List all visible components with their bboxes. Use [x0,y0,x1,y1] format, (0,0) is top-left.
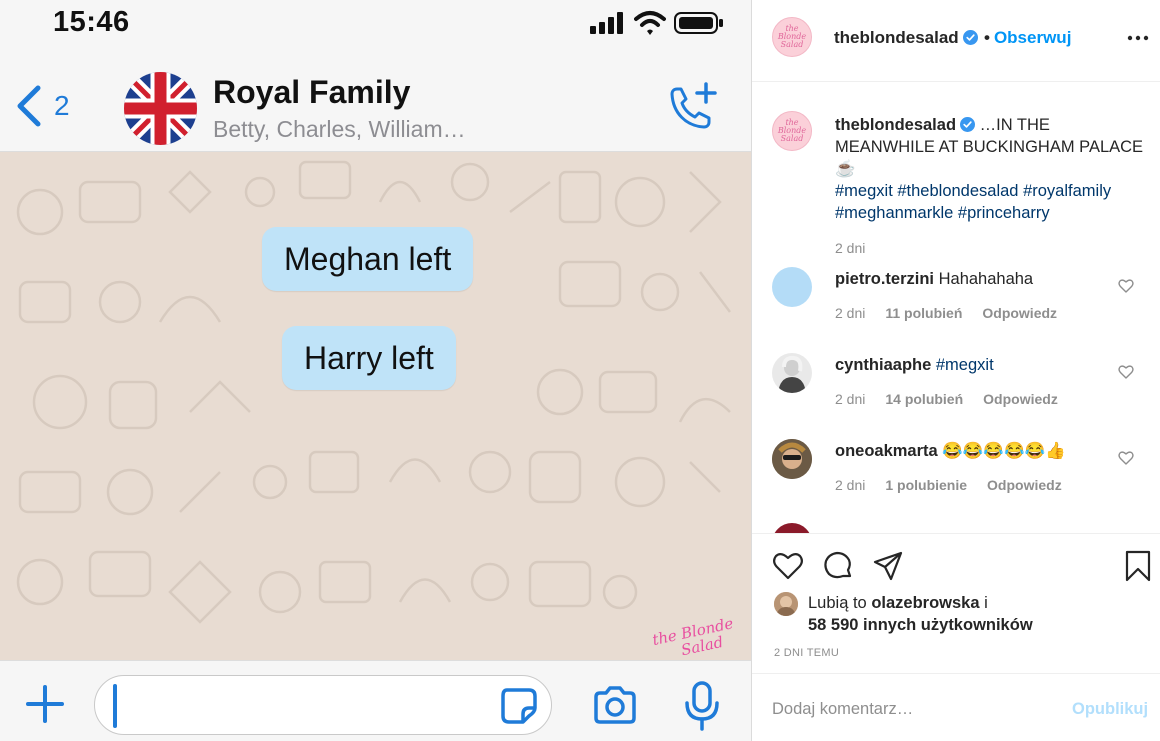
add-comment-bar: Dodaj komentarz… Opublikuj [752,673,1160,741]
comment-time[interactable]: 2 dni [835,477,865,493]
post-timestamp[interactable]: 2 DNI TEMU [774,647,839,659]
comment-meta: 2 dni 1 polubienie Odpowiedz [835,477,1082,493]
comment-body: Hahahahaha [938,270,1034,288]
likes-prefix: Lubią to [808,594,867,612]
comment-icon[interactable] [822,550,854,582]
comment-author[interactable]: cynthiaaphe [835,356,931,374]
likes-suffix: i [984,594,988,612]
hashtag-link[interactable]: #megxit [835,182,893,200]
whatsapp-screenshot: 15:46 2 Royal Family Betty, Charles, Wil… [0,0,751,741]
comment-meta: 2 dni 14 polubień Odpowiedz [835,391,1078,407]
comment-item: cynthiaaphe #megxit 2 dni 14 polubień Odpo… [752,353,1160,443]
avatar[interactable] [772,353,812,393]
verified-badge-icon [962,30,978,45]
coffee-emoji: ☕ [835,160,856,178]
comment-likes[interactable]: 1 polubienie [885,477,967,493]
status-bar: 15:46 [0,0,751,48]
avatar-photo [772,439,812,479]
signal-icon [590,12,623,34]
text-caret [113,684,117,728]
reply-button[interactable]: Odpowiedz [983,391,1058,407]
comment-input[interactable]: Dodaj komentarz… [772,700,913,719]
comment-likes[interactable]: 14 polubień [885,391,963,407]
blonde-salad-watermark-logo: the Blonde Salad [651,614,735,656]
heart-icon[interactable] [1118,450,1134,466]
message-bubble[interactable]: Harry left [282,326,456,390]
likes-text: Lubią to olazebrowska i [808,594,988,613]
message-bubble[interactable]: Meghan left [262,227,474,291]
back-chevron-icon [17,85,41,127]
wifi-icon [634,11,666,35]
avatar[interactable] [772,267,812,307]
group-avatar[interactable] [124,72,197,145]
comment-item: pietro.terzini Hahahahaha 2 dni 11 polubi… [752,267,1160,357]
comment-text: cynthiaaphe #megxit [835,356,994,375]
status-time: 15:46 [53,6,130,38]
reply-button[interactable]: Odpowiedz [982,305,1057,321]
caption-timestamp[interactable]: 2 dni [835,240,865,256]
back-button[interactable]: 2 [14,84,84,128]
comments-list[interactable]: the Blonde Salad theblondesalad …IN THE ME… [752,83,1160,533]
post-author[interactable]: theblondesalad [834,28,978,48]
message-input[interactable] [94,675,552,735]
camera-icon[interactable] [592,685,638,725]
battery-icon [674,12,723,34]
comment-meta: 2 dni 11 polubień Odpowiedz [835,305,1077,321]
comment-item: oneoakmarta 😂😂😂😂😂👍 2 dni 1 polubienie Odpo… [752,439,1160,529]
comment-time[interactable]: 2 dni [835,305,865,321]
separator-dot: • [984,28,990,47]
avatar-photo [778,355,806,393]
liked-by-user[interactable]: olazebrowska [871,594,979,612]
bookmark-icon[interactable] [1122,550,1154,582]
add-call-icon[interactable] [664,82,718,132]
microphone-icon[interactable] [684,681,720,731]
reply-button[interactable]: Odpowiedz [987,477,1062,493]
chat-header: 2 Royal Family Betty, Charles, William… [0,48,751,152]
heart-icon[interactable] [772,550,804,582]
post-author-name[interactable]: theblondesalad [834,28,959,47]
post-header: the Blonde Salad theblondesalad • Obserwuj [752,0,1160,82]
caption-author[interactable]: theblondesalad [835,116,956,134]
comment-body: 😂😂😂😂😂👍 [942,442,1066,460]
post-caption: theblondesalad …IN THE MEANWHILE AT BUCK… [835,114,1145,224]
heart-icon[interactable] [1118,364,1134,380]
follow-button[interactable]: • Obserwuj [984,28,1071,48]
comment-author[interactable]: oneoakmarta [835,442,938,460]
hashtag-link[interactable]: #royalfamily [1023,182,1111,200]
publish-button[interactable]: Opublikuj [1072,700,1148,719]
chat-title[interactable]: Royal Family [213,74,410,111]
back-count: 2 [54,90,70,121]
comment-author[interactable]: pietro.terzini [835,270,934,288]
comment-time[interactable]: 2 dni [835,391,865,407]
message-input-bar [0,660,751,741]
instagram-panel: the Blonde Salad theblondesalad • Obserwuj … [751,0,1160,741]
heart-icon[interactable] [1118,278,1134,294]
avatar-photo [774,592,798,616]
verified-badge-icon [960,117,976,132]
sticker-icon[interactable] [499,686,539,726]
union-jack-flag-icon [124,72,197,145]
more-icon[interactable] [1126,28,1150,48]
hashtag-link[interactable]: #theblondesalad [897,182,1018,200]
comment-text: pietro.terzini Hahahahaha [835,270,1033,289]
hashtag-link[interactable]: #princeharry [958,204,1050,222]
plus-icon[interactable] [24,683,66,725]
hashtag-link[interactable]: #meghanmarkle [835,204,953,222]
share-icon[interactable] [872,550,904,582]
avatar[interactable] [772,439,812,479]
comment-likes[interactable]: 11 polubień [885,305,962,321]
hashtag-link[interactable]: #megxit [936,356,994,374]
chat-area[interactable]: Meghan left Harry left the Blonde Salad [0,152,751,660]
chat-participants[interactable]: Betty, Charles, William… [213,116,466,143]
likes-count[interactable]: 58 590 innych użytkowników [808,616,1033,635]
avatar[interactable]: the Blonde Salad [772,111,812,151]
comment-text: oneoakmarta 😂😂😂😂😂👍 [835,442,1066,461]
avatar[interactable] [774,592,798,616]
follow-label: Obserwuj [993,28,1072,47]
avatar[interactable]: the Blonde Salad [772,17,812,57]
